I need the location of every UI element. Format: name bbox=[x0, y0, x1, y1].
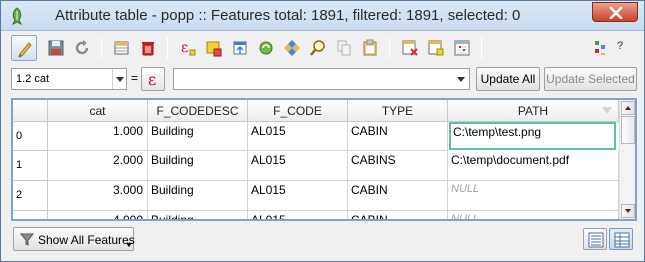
form-view-button[interactable] bbox=[583, 228, 607, 250]
form-view-icon bbox=[588, 232, 604, 248]
scroll-down-icon[interactable] bbox=[621, 204, 635, 218]
expression-history-dropdown[interactable] bbox=[454, 69, 468, 89]
table-cell[interactable]: 3.000 bbox=[48, 181, 148, 211]
move-selection-to-top-button[interactable] bbox=[227, 35, 253, 61]
copy-selected-button[interactable] bbox=[331, 35, 357, 61]
table-cell[interactable]: AL015 bbox=[248, 181, 348, 211]
expression-builder-button[interactable]: ε bbox=[141, 67, 165, 91]
attribute-table-window: Attribute table - popp :: Features total… bbox=[0, 0, 645, 262]
table-cell[interactable]: Building bbox=[148, 122, 248, 151]
reload-icon bbox=[75, 40, 89, 55]
copy-icon bbox=[337, 40, 351, 56]
close-icon bbox=[609, 7, 623, 19]
deselect-all-button[interactable] bbox=[201, 35, 227, 61]
table-cell[interactable]: AL015 bbox=[248, 211, 348, 219]
table-cell[interactable]: Building bbox=[148, 181, 248, 211]
epsilon-icon: ε bbox=[148, 70, 157, 89]
table-cell[interactable]: CABIN bbox=[348, 181, 448, 211]
save-edits-button[interactable] bbox=[43, 35, 69, 61]
close-button[interactable] bbox=[592, 2, 638, 22]
vertical-scrollbar[interactable] bbox=[619, 100, 635, 219]
invert-icon bbox=[259, 41, 273, 55]
column-header-f-codedesc[interactable]: F_CODEDESC bbox=[148, 100, 248, 122]
field-select-value: 1.2 cat bbox=[16, 73, 50, 85]
move-top-icon bbox=[233, 41, 247, 55]
help-button[interactable]: ? bbox=[617, 40, 623, 52]
equals-label: = bbox=[131, 71, 139, 85]
field-calculator-button[interactable] bbox=[449, 35, 475, 61]
show-features-button[interactable]: Show All Features bbox=[13, 227, 135, 251]
pencil-icon bbox=[18, 42, 32, 58]
reload-button[interactable] bbox=[69, 35, 95, 61]
table-view-icon bbox=[614, 232, 630, 248]
table-cell[interactable]: Building bbox=[148, 211, 248, 219]
paste-features-button[interactable] bbox=[357, 35, 383, 61]
new-field-button[interactable] bbox=[423, 35, 449, 61]
row-header[interactable]: 0 bbox=[13, 122, 48, 151]
delete-field-button[interactable] bbox=[397, 35, 423, 61]
row-header[interactable]: 2 bbox=[13, 181, 48, 211]
table-cell[interactable]: Building bbox=[148, 151, 248, 181]
table-cell[interactable]: CABIN bbox=[348, 211, 448, 219]
expression-select-icon: ε bbox=[181, 40, 196, 56]
new-column-icon bbox=[428, 40, 444, 56]
table-cell[interactable]: 4.000 bbox=[48, 211, 148, 219]
conditional-formatting-button[interactable] bbox=[587, 35, 613, 61]
pan-icon bbox=[284, 40, 300, 56]
toggle-editing-button[interactable] bbox=[11, 35, 37, 61]
table-cell-focused[interactable]: C:\temp\test.png bbox=[449, 122, 616, 150]
table-cell[interactable]: 1.000 bbox=[48, 122, 148, 151]
attribute-toolbar: ε ? bbox=[5, 33, 641, 63]
table-cell-null[interactable]: NULL bbox=[448, 211, 619, 219]
window-title: Attribute table - popp :: Features total… bbox=[55, 7, 521, 24]
filter-icon bbox=[20, 233, 34, 246]
table-cell[interactable]: CABIN bbox=[348, 122, 448, 151]
save-icon bbox=[48, 40, 64, 56]
update-selected-button[interactable]: Update Selected bbox=[544, 67, 637, 91]
column-header-f-code[interactable]: F_CODE bbox=[248, 100, 348, 122]
select-by-expression-button[interactable]: ε bbox=[175, 35, 201, 61]
show-features-label: Show All Features bbox=[38, 233, 135, 247]
qgis-app-icon bbox=[9, 7, 25, 26]
sort-indicator-icon bbox=[602, 107, 612, 114]
field-update-bar: 1.2 cat = ε Update All Update Selected bbox=[11, 67, 637, 91]
title-bar[interactable]: Attribute table - popp :: Features total… bbox=[1, 1, 644, 31]
column-header-cat[interactable]: cat bbox=[48, 100, 148, 122]
field-select[interactable]: 1.2 cat bbox=[11, 68, 127, 90]
delete-selected-button[interactable] bbox=[135, 35, 161, 61]
row-header[interactable]: 3 bbox=[13, 211, 48, 219]
svg-text:ε: ε bbox=[181, 40, 188, 56]
column-header-path[interactable]: PATH bbox=[448, 100, 619, 122]
table-cell[interactable]: AL015 bbox=[248, 151, 348, 181]
formatting-icon bbox=[595, 41, 605, 55]
paste-icon bbox=[363, 39, 377, 56]
attribute-table[interactable]: cat F_CODEDESC F_CODE TYPE PATH 0 1.000 … bbox=[11, 98, 637, 221]
table-cell[interactable]: 2.000 bbox=[48, 151, 148, 181]
deselect-icon bbox=[206, 41, 222, 57]
dropdown-arrow-icon bbox=[126, 243, 132, 247]
table-cell-null[interactable]: NULL bbox=[448, 181, 619, 211]
table-view-button[interactable] bbox=[609, 228, 633, 250]
corner-header[interactable] bbox=[13, 100, 48, 122]
calculator-icon bbox=[454, 40, 470, 56]
invert-selection-button[interactable] bbox=[253, 35, 279, 61]
column-header-type[interactable]: TYPE bbox=[348, 100, 448, 122]
table-cell[interactable]: AL015 bbox=[248, 122, 348, 151]
chevron-down-icon[interactable] bbox=[112, 69, 126, 89]
zoom-to-selected-button[interactable] bbox=[305, 35, 331, 61]
column-header-path-label: PATH bbox=[517, 104, 549, 118]
update-all-button[interactable]: Update All bbox=[476, 67, 540, 91]
zoom-icon bbox=[310, 40, 325, 56]
scrollbar-thumb[interactable] bbox=[621, 116, 635, 144]
add-feature-icon bbox=[114, 41, 129, 55]
expression-input[interactable] bbox=[173, 68, 470, 90]
table-cell[interactable]: C:\temp\document.pdf bbox=[448, 151, 619, 181]
scroll-up-icon[interactable] bbox=[621, 101, 635, 115]
pan-to-selected-button[interactable] bbox=[279, 35, 305, 61]
new-feature-button[interactable] bbox=[109, 35, 135, 61]
row-header[interactable]: 1 bbox=[13, 151, 48, 181]
trash-icon bbox=[142, 42, 154, 56]
table-cell[interactable]: CABINS bbox=[348, 151, 448, 181]
delete-column-icon bbox=[402, 40, 418, 56]
